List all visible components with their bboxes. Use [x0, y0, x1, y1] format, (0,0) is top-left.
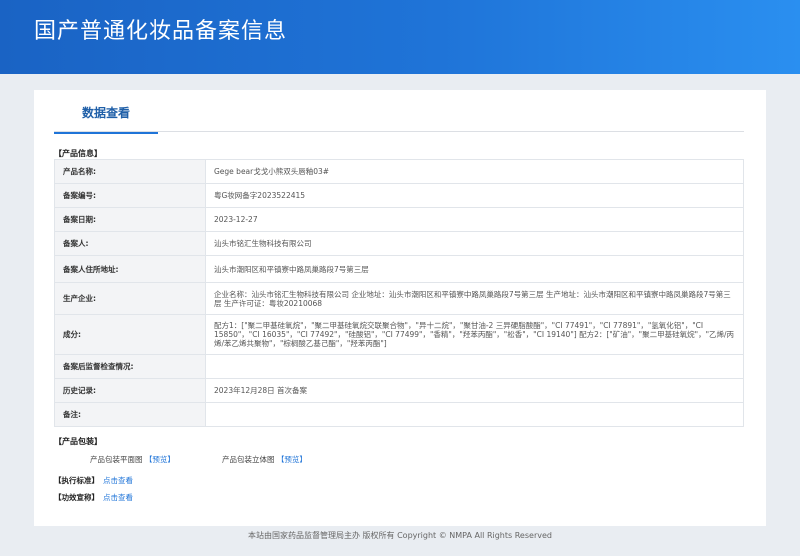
ingredients-value: 配方1：["聚二甲基硅氧烷"，"聚二甲基硅氧烷交联聚合物"，"异十二烷"，"聚甘… — [205, 314, 744, 355]
efficacy-row: 【功效宣称】 点击查看 — [54, 492, 133, 503]
remarks-value — [205, 402, 744, 427]
registrant-address-value: 汕头市潮阳区和平镇寮中路凤巢路段7号第三层 — [205, 255, 744, 283]
page-title: 国产普通化妆品备案信息 — [34, 19, 288, 44]
packaging-heading: 【产品包装】 — [54, 437, 102, 446]
solid-preview-link[interactable]: 【预览】 — [277, 455, 307, 464]
table-row: 备案日期: 2023-12-27 — [54, 207, 744, 232]
efficacy-label: 【功效宣称】 — [54, 493, 99, 502]
table-row: 产品名称: Gege bear戈戈小熊双头唇釉03# — [54, 159, 744, 184]
product-info-table: 产品名称: Gege bear戈戈小熊双头唇釉03# 备案编号: 粤G妆网备字2… — [54, 159, 744, 427]
table-row: 生产企业: 企业名称：汕头市铭汇生物科技有限公司 企业地址：汕头市潮阳区和平镇寮… — [54, 282, 744, 315]
standard-row: 【执行标准】 点击查看 — [54, 475, 133, 486]
tab-divider — [54, 131, 744, 132]
row-label: 备案人: — [54, 231, 206, 256]
row-label: 备案日期: — [54, 207, 206, 232]
product-info-heading: 【产品信息】 — [54, 149, 102, 158]
row-label: 备案后监督检查情况: — [54, 354, 206, 379]
solid-packaging-label: 产品包装立体图 — [222, 455, 275, 464]
table-row: 备案后监督检查情况: — [54, 354, 744, 379]
row-label: 生产企业: — [54, 282, 206, 315]
flat-packaging-label: 产品包装平面图 — [90, 455, 143, 464]
table-row: 历史记录: 2023年12月28日 首次备案 — [54, 378, 744, 403]
product-name-value: Gege bear戈戈小熊双头唇釉03# — [205, 159, 744, 184]
row-label: 备注: — [54, 402, 206, 427]
row-label: 历史记录: — [54, 378, 206, 403]
tab-data-view[interactable]: 数据查看 — [54, 90, 158, 134]
row-label: 成分: — [54, 314, 206, 355]
footer-copyright: 本站由国家药品监督管理局主办 版权所有 Copyright © NMPA All… — [248, 531, 552, 540]
row-label: 产品名称: — [54, 159, 206, 184]
manufacturer-value: 企业名称：汕头市铭汇生物科技有限公司 企业地址：汕头市潮阳区和平镇寮中路凤巢路段… — [205, 282, 744, 315]
table-row: 备案人: 汕头市铭汇生物科技有限公司 — [54, 231, 744, 256]
standard-label: 【执行标准】 — [54, 476, 99, 485]
standard-view-link[interactable]: 点击查看 — [103, 476, 133, 485]
record-date-value: 2023-12-27 — [205, 207, 744, 232]
inspection-value — [205, 354, 744, 379]
flat-preview-link[interactable]: 【预览】 — [145, 455, 175, 464]
row-label: 备案人住所地址: — [54, 255, 206, 283]
row-label: 备案编号: — [54, 183, 206, 208]
solid-packaging-item: 产品包装立体图 【预览】 — [222, 454, 307, 465]
content-card: 数据查看 【产品信息】 产品名称: Gege bear戈戈小熊双头唇釉03# 备… — [34, 90, 766, 526]
history-value: 2023年12月28日 首次备案 — [205, 378, 744, 403]
registrant-value: 汕头市铭汇生物科技有限公司 — [205, 231, 744, 256]
table-row: 成分: 配方1：["聚二甲基硅氧烷"，"聚二甲基硅氧烷交联聚合物"，"异十二烷"… — [54, 314, 744, 355]
record-number-value: 粤G妆网备字2023522415 — [205, 183, 744, 208]
efficacy-view-link[interactable]: 点击查看 — [103, 493, 133, 502]
flat-packaging-item: 产品包装平面图 【预览】 — [90, 454, 175, 465]
table-row: 备案编号: 粤G妆网备字2023522415 — [54, 183, 744, 208]
table-row: 备案人住所地址: 汕头市潮阳区和平镇寮中路凤巢路段7号第三层 — [54, 255, 744, 283]
table-row: 备注: — [54, 402, 744, 427]
page-header: 国产普通化妆品备案信息 — [0, 0, 800, 74]
